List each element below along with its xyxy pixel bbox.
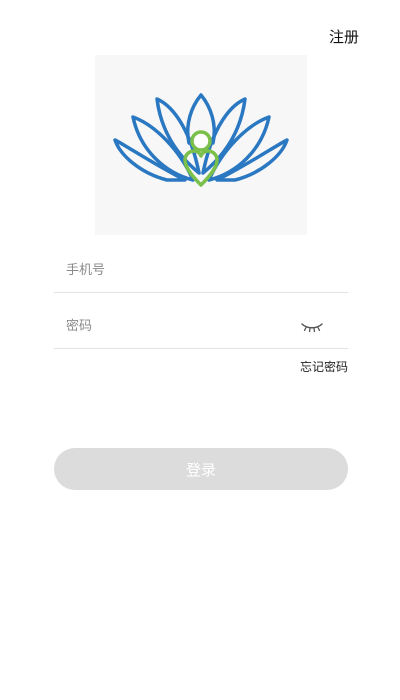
lotus-person-logo-icon xyxy=(113,93,289,187)
phone-input[interactable] xyxy=(66,258,286,282)
login-button[interactable]: 登录 xyxy=(54,448,348,490)
app-logo xyxy=(95,55,307,235)
register-link[interactable]: 注册 xyxy=(329,26,359,47)
forgot-password-link[interactable]: 忘记密码 xyxy=(300,358,348,375)
password-field xyxy=(54,304,348,349)
eye-closed-icon[interactable] xyxy=(300,319,324,333)
phone-field xyxy=(54,248,348,293)
password-input[interactable] xyxy=(66,314,286,338)
